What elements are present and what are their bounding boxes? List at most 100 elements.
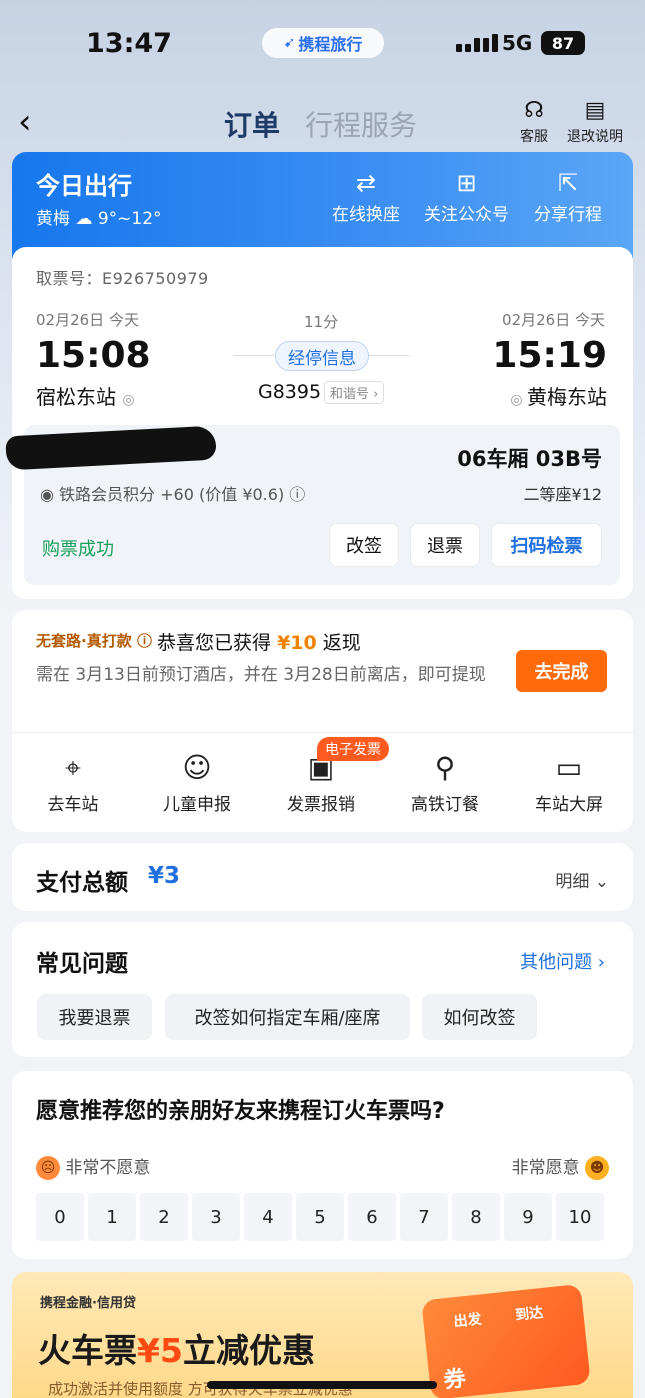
change-ticket-button[interactable]: 改签	[329, 523, 399, 567]
payment-detail-link[interactable]: 明细 ⌄	[555, 867, 609, 892]
help-icon[interactable]: ⓘ	[289, 485, 305, 504]
arrive-time: 15:19	[492, 335, 607, 376]
rain-cloud-icon: ☁	[75, 209, 93, 229]
payment-total-label: 支付总额	[36, 870, 128, 896]
member-points: ◉ 铁路会员积分 +60 (价值 ¥0.6) ⓘ	[40, 481, 305, 505]
network-type: 5G	[502, 31, 533, 55]
follow-icon: ⊞	[456, 169, 477, 197]
nps-score-3[interactable]: 3	[192, 1193, 240, 1241]
nps-score-0[interactable]: 0	[36, 1193, 84, 1241]
tab-trip-services[interactable]: 行程服务	[305, 104, 417, 144]
stops-info-button[interactable]: 经停信息	[275, 341, 369, 371]
promo-brand: 携程金融·信用贷	[40, 1296, 136, 1311]
ticket-card: 取票号：E926750979 02月26日 今天 11分 02月26日 今天 1…	[5, 247, 633, 599]
service-label: 高铁订餐	[411, 795, 479, 815]
coin-stack-icon: ◉	[40, 485, 60, 504]
location-pin-icon: ◎	[122, 392, 135, 408]
go-complete-button[interactable]: 去完成	[516, 650, 607, 692]
e-invoice-badge: 电子发票	[317, 737, 389, 761]
faq-title: 常见问题	[36, 951, 128, 977]
brand-text: 携程旅行	[298, 35, 363, 54]
art-from-label: 出发	[452, 1311, 483, 1331]
nps-score-4[interactable]: 4	[244, 1193, 292, 1241]
art-to-label: 到达	[514, 1304, 545, 1324]
promo-title: 火车票¥5立减优惠	[38, 1324, 315, 1372]
nps-question: 愿意推荐您的亲朋好友来携程订火车票吗?	[36, 1099, 445, 1124]
unhappy-face-icon: ☹	[36, 1156, 60, 1180]
today-title: 今日出行	[36, 172, 132, 200]
faq-chip-change[interactable]: 如何改签	[422, 994, 537, 1040]
faq-card: 常见问题 其他问题 › 我要退票 改签如何指定车厢/座席 如何改签	[12, 922, 633, 1057]
arrive-station[interactable]: ◎ 黄梅东站	[510, 381, 607, 410]
nps-score-9[interactable]: 9	[504, 1193, 552, 1241]
nps-score-6[interactable]: 6	[348, 1193, 396, 1241]
seat-swap-icon: ⇄	[355, 169, 377, 197]
follow-account-button[interactable]: ⊞ 关注公众号	[424, 166, 509, 225]
depart-station[interactable]: 宿松东站 ◎	[36, 381, 135, 410]
service-label: 发票报销	[287, 795, 355, 815]
screen-icon: ▭	[555, 751, 583, 784]
nps-low-label: ☹ 非常不愿意	[36, 1153, 150, 1180]
service-station-screen[interactable]: ▭ 车站大屏	[514, 748, 624, 815]
nps-score-5[interactable]: 5	[296, 1193, 344, 1241]
back-chevron-icon[interactable]: ‹	[18, 102, 32, 142]
location-pin-icon: ◎	[510, 392, 527, 408]
passenger-panel: 06车厢 03B号 ◉ 铁路会员积分 +60 (价值 ¥0.6) ⓘ 二等座¥1…	[5, 425, 620, 585]
service-go-station[interactable]: ⌖ 去车站	[18, 748, 128, 815]
weather-city: 黄梅	[36, 209, 70, 229]
seat-class-price: 二等座¥12	[523, 485, 602, 504]
cashback-amount: ¥10	[277, 632, 317, 654]
payment-total-row[interactable]: 支付总额 ¥3 明细 ⌄	[12, 843, 633, 911]
promo-title-post: 立减优惠	[182, 1331, 315, 1370]
nps-high-label: 非常愿意 ☻	[512, 1153, 609, 1180]
nps-score-row: 0 1 2 3 4 5 6 7 8 9 10	[36, 1193, 604, 1241]
cashback-title: 恭喜您已获得 ¥10 返现	[157, 628, 361, 655]
arrive-date: 02月26日 今天	[502, 311, 605, 329]
nps-score-8[interactable]: 8	[452, 1193, 500, 1241]
share-icon: ⇱	[557, 169, 579, 197]
brand-pill: ➹ 携程旅行	[262, 28, 384, 58]
customer-service-label: 客服	[520, 129, 548, 145]
seat-number: 06车厢 03B号	[457, 447, 602, 471]
credit-promo-banner[interactable]: 携程金融·信用贷 火车票¥5立减优惠 成功激活并使用额度 方可获得火车票立减优惠…	[12, 1272, 633, 1398]
service-train-meal[interactable]: ⚲ 高铁订餐	[390, 748, 500, 815]
headset-icon: ☊	[524, 98, 544, 123]
signal-icon	[456, 34, 498, 52]
cashback-title-pre: 恭喜您已获得	[157, 632, 272, 654]
child-face-icon: ☺	[182, 751, 212, 784]
service-label: 去车站	[47, 795, 99, 815]
share-trip-label: 分享行程	[534, 205, 602, 225]
pickup-number: 取票号：E926750979	[36, 269, 209, 288]
help-icon[interactable]: ⓘ	[137, 632, 152, 650]
nps-score-2[interactable]: 2	[140, 1193, 188, 1241]
faq-chip-refund[interactable]: 我要退票	[37, 994, 152, 1040]
change-seat-label: 在线换座	[332, 205, 400, 225]
cashback-tag: 无套路·真打款 ⓘ	[36, 630, 152, 651]
service-child-declare[interactable]: ☺ 儿童申报	[142, 748, 252, 815]
depart-date: 02月26日 今天	[36, 311, 139, 329]
scan-checkin-button[interactable]: 扫码检票	[491, 523, 602, 567]
nps-score-10[interactable]: 10	[556, 1193, 604, 1241]
faq-more-link[interactable]: 其他问题 ›	[520, 948, 605, 974]
refund-policy-label: 退改说明	[567, 129, 623, 145]
refund-policy-button[interactable]: ▤ 退改说明	[560, 96, 630, 146]
change-seat-online-button[interactable]: ⇄ 在线换座	[332, 166, 400, 225]
nps-score-1[interactable]: 1	[88, 1193, 136, 1241]
trip-duration: 11分	[304, 313, 339, 331]
train-brand-tag[interactable]: 和谐号 ›	[324, 381, 385, 404]
faq-chip-assign-seat[interactable]: 改签如何指定车厢/座席	[165, 994, 410, 1040]
depart-time: 15:08	[36, 335, 151, 376]
share-trip-button[interactable]: ⇱ 分享行程	[534, 166, 602, 225]
nps-score-7[interactable]: 7	[400, 1193, 448, 1241]
weather-temp: 9°~12°	[97, 209, 162, 229]
cashback-description: 需在 3月13日前预订酒店，并在 3月28日前离店，即可提现	[36, 665, 486, 685]
cashback-tag-text: 无套路·真打款	[36, 632, 132, 650]
cashback-title-post: 返现	[322, 632, 361, 654]
payment-total-amount: ¥3	[148, 863, 181, 889]
tab-order[interactable]: 订单	[224, 104, 280, 144]
customer-service-button[interactable]: ☊ 客服	[499, 96, 569, 146]
art-coupon-label: 券	[442, 1366, 467, 1394]
bird-logo-icon: ➹	[283, 35, 296, 51]
refund-button[interactable]: 退票	[410, 523, 480, 567]
service-label: 儿童申报	[163, 795, 231, 815]
